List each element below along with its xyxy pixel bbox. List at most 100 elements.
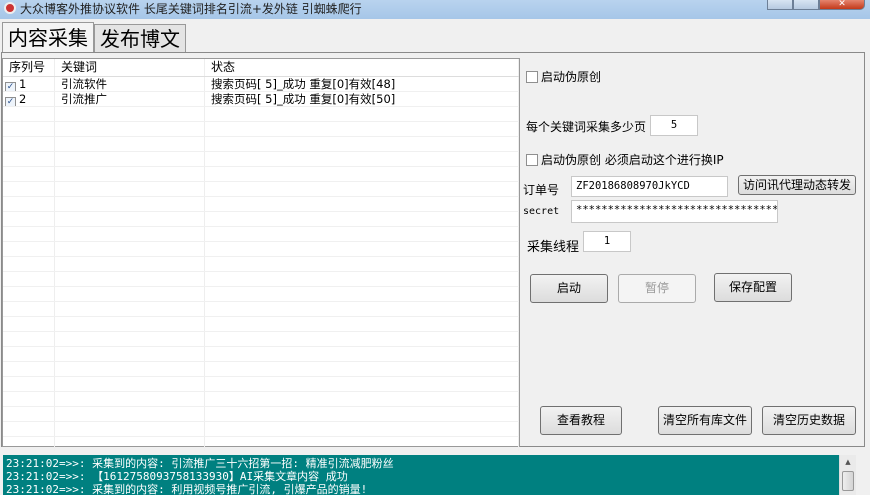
checkbox-box[interactable] — [526, 71, 538, 83]
order-input[interactable]: ZF20186808970JkYCD — [571, 176, 728, 197]
row-checkbox[interactable]: ✓ — [5, 97, 16, 106]
log-output[interactable]: 23:21:02=>>: 采集到的内容: 引流推广三十六招第一招: 精准引流减肥… — [3, 455, 839, 495]
checkbox-box[interactable] — [526, 154, 538, 166]
table-row[interactable] — [3, 122, 519, 137]
save-config-button[interactable]: 保存配置 — [714, 273, 792, 302]
row-checkbox[interactable]: ✓ — [5, 82, 16, 91]
empty-cell — [205, 122, 519, 136]
start-button[interactable]: 启动 — [530, 274, 608, 303]
title-bar: 大众博客外推协议软件 长尾关键词排名引流+发外链 引蜘蛛爬行 ✕ — [0, 0, 870, 19]
table-row[interactable] — [3, 167, 519, 182]
scroll-thumb[interactable] — [842, 471, 854, 491]
empty-cell — [205, 242, 519, 256]
empty-cell — [205, 332, 519, 346]
empty-cell — [3, 347, 55, 361]
empty-cell — [205, 317, 519, 331]
minimize-button[interactable] — [767, 0, 793, 10]
table-row[interactable] — [3, 362, 519, 377]
row-index-cell[interactable]: ✓ 1 — [3, 77, 55, 91]
window-title: 大众博客外推协议软件 长尾关键词排名引流+发外链 引蜘蛛爬行 — [20, 2, 362, 16]
table-row[interactable] — [3, 152, 519, 167]
table-row[interactable] — [3, 242, 519, 257]
empty-cell — [3, 302, 55, 316]
empty-cell — [3, 182, 55, 196]
table-row[interactable] — [3, 332, 519, 347]
empty-cell — [205, 152, 519, 166]
table-row[interactable]: ✓ 1 引流软件 搜索页码[ 5]_成功 重复[0]有效[48] — [3, 77, 519, 92]
row-keyword: 引流推广 — [55, 92, 205, 106]
table-row[interactable] — [3, 317, 519, 332]
tab-publish-blog[interactable]: 发布博文 — [94, 24, 186, 52]
checkbox-label: 启动伪原创 — [541, 70, 602, 84]
order-label: 订单号 — [523, 183, 560, 197]
empty-cell — [3, 137, 55, 151]
empty-cell — [55, 122, 205, 136]
keyword-grid[interactable]: 序列号 关键词 状态 ✓ 1 引流软件 搜索页码[ 5]_成功 重复[0]有效[48]… — [2, 58, 520, 452]
empty-cell — [55, 392, 205, 406]
table-row[interactable] — [3, 107, 519, 122]
clear-history-button[interactable]: 清空历史数据 — [762, 406, 856, 435]
tutorial-button[interactable]: 查看教程 — [540, 406, 622, 435]
table-row[interactable] — [3, 407, 519, 422]
table-row[interactable] — [3, 212, 519, 227]
table-row[interactable] — [3, 422, 519, 437]
empty-cell — [55, 362, 205, 376]
empty-cell — [3, 437, 55, 451]
table-row[interactable] — [3, 287, 519, 302]
table-row[interactable] — [3, 392, 519, 407]
tab-content-collect[interactable]: 内容采集 — [2, 22, 94, 52]
log-scrollbar[interactable]: ▲ — [839, 455, 856, 495]
row-index: 1 — [19, 77, 27, 91]
empty-cell — [205, 182, 519, 196]
empty-cell — [205, 212, 519, 226]
pause-button[interactable]: 暂停 — [618, 274, 696, 303]
clear-files-button[interactable]: 清空所有库文件 — [658, 406, 752, 435]
table-row[interactable] — [3, 182, 519, 197]
close-button[interactable]: ✕ — [819, 0, 865, 10]
empty-cell — [205, 272, 519, 286]
table-row[interactable] — [3, 227, 519, 242]
ip-switch-checkbox[interactable]: 启动伪原创 必须启动这个进行换IP — [526, 151, 724, 168]
header-status[interactable]: 状态 — [205, 59, 519, 76]
table-row[interactable] — [3, 437, 519, 452]
proxy-button[interactable]: 访问讯代理动态转发 — [738, 175, 856, 195]
empty-cell — [205, 137, 519, 151]
secret-input[interactable]: ******************************** — [571, 200, 778, 223]
empty-cell — [3, 377, 55, 391]
table-row[interactable] — [3, 347, 519, 362]
empty-cell — [3, 332, 55, 346]
header-index[interactable]: 序列号 — [3, 59, 55, 76]
scroll-up-arrow-icon[interactable]: ▲ — [840, 455, 856, 469]
header-keyword[interactable]: 关键词 — [55, 59, 205, 76]
empty-cell — [3, 122, 55, 136]
pseudo-original-checkbox[interactable]: 启动伪原创 — [526, 68, 601, 85]
threads-input[interactable]: 1 — [583, 231, 631, 252]
table-row[interactable] — [3, 377, 519, 392]
empty-cell — [205, 362, 519, 376]
empty-cell — [205, 302, 519, 316]
table-row[interactable] — [3, 137, 519, 152]
row-index-cell[interactable]: ✓ 2 — [3, 92, 55, 106]
empty-cell — [55, 167, 205, 181]
maximize-button[interactable] — [793, 0, 819, 10]
log-line: 23:21:02=>>: 采集到的内容: 利用视频号推广引流, 引爆产品的销量! — [6, 483, 368, 495]
empty-cell — [3, 287, 55, 301]
row-status: 搜索页码[ 5]_成功 重复[0]有效[50] — [205, 92, 519, 106]
tab-bar: 内容采集 发布博文 — [2, 22, 186, 52]
empty-cell — [55, 302, 205, 316]
empty-cell — [55, 332, 205, 346]
empty-cell — [205, 107, 519, 121]
table-row[interactable] — [3, 272, 519, 287]
pages-input[interactable]: 5 — [650, 115, 698, 136]
table-row[interactable] — [3, 197, 519, 212]
empty-cell — [3, 257, 55, 271]
empty-cell — [55, 272, 205, 286]
table-row[interactable] — [3, 302, 519, 317]
empty-cell — [3, 407, 55, 421]
table-row[interactable]: ✓ 2 引流推广 搜索页码[ 5]_成功 重复[0]有效[50] — [3, 92, 519, 107]
empty-cell — [55, 227, 205, 241]
table-row[interactable] — [3, 257, 519, 272]
empty-cell — [205, 167, 519, 181]
empty-cell — [55, 422, 205, 436]
empty-cell — [3, 392, 55, 406]
